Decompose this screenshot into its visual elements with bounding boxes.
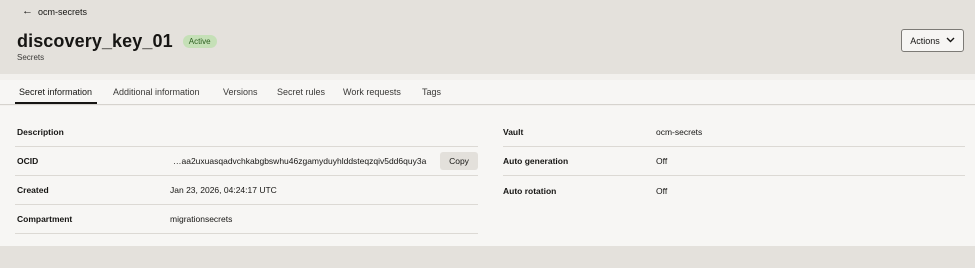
- row-compartment: Compartment migrationsecrets: [15, 205, 478, 234]
- page-header: ← ocm-secrets discovery_key_01 Active Se…: [0, 0, 975, 74]
- ocid-label: OCID: [17, 156, 39, 166]
- tab-secret-rules[interactable]: Secret rules: [277, 87, 325, 97]
- row-created: Created Jan 23, 2026, 04:24:17 UTC: [15, 176, 478, 205]
- compartment-value[interactable]: migrationsecrets: [170, 214, 232, 224]
- auto-rotation-value: Off: [656, 185, 668, 196]
- tab-bar: Secret information Additional informatio…: [0, 80, 975, 105]
- back-arrow-icon: ←: [22, 5, 33, 17]
- page-subtitle: Secrets: [17, 53, 45, 62]
- auto-generation-value: Off: [656, 156, 668, 166]
- page-title: discovery_key_01: [17, 31, 173, 51]
- tab-secret-information[interactable]: Secret information: [19, 87, 92, 97]
- title-row: discovery_key_01 Active: [17, 31, 217, 52]
- tab-tags[interactable]: Tags: [422, 87, 441, 97]
- row-auto-rotation: Auto rotation Off: [503, 176, 965, 205]
- ocid-value: …aa2uxuasqadvchkabgbswhu46zgamyduyhlddst…: [173, 156, 427, 166]
- active-tab-indicator: [15, 102, 97, 104]
- description-label: Description: [17, 127, 64, 137]
- compartment-label: Compartment: [17, 214, 73, 224]
- back-link-label: ocm-secrets: [38, 6, 88, 17]
- back-link[interactable]: ← ocm-secrets: [22, 6, 87, 17]
- auto-generation-label: Auto generation: [503, 156, 569, 166]
- copy-button-label: Copy: [449, 156, 469, 166]
- row-ocid: OCID …aa2uxuasqadvchkabgbswhu46zgamyduyh…: [15, 147, 478, 176]
- created-value: Jan 23, 2026, 04:24:17 UTC: [170, 185, 277, 195]
- created-label: Created: [17, 185, 49, 195]
- tab-work-requests[interactable]: Work requests: [343, 87, 401, 97]
- row-description: Description: [15, 118, 478, 147]
- copy-ocid-button[interactable]: Copy: [440, 152, 478, 170]
- status-badge: Active: [182, 35, 217, 48]
- actions-button[interactable]: Actions: [901, 29, 964, 52]
- vault-value[interactable]: ocm-secrets: [656, 127, 702, 137]
- footer-background: [0, 246, 975, 268]
- row-auto-generation: Auto generation Off: [503, 147, 965, 176]
- auto-rotation-label: Auto rotation: [503, 185, 557, 196]
- tab-versions[interactable]: Versions: [223, 87, 258, 97]
- details-panel: Description OCID …aa2uxuasqadvchkabgbswh…: [0, 106, 975, 246]
- row-vault: Vault ocm-secrets: [503, 118, 965, 147]
- tab-additional-information[interactable]: Additional information: [113, 87, 200, 97]
- chevron-down-icon: [946, 36, 955, 45]
- vault-label: Vault: [503, 127, 524, 137]
- actions-button-label: Actions: [910, 35, 940, 46]
